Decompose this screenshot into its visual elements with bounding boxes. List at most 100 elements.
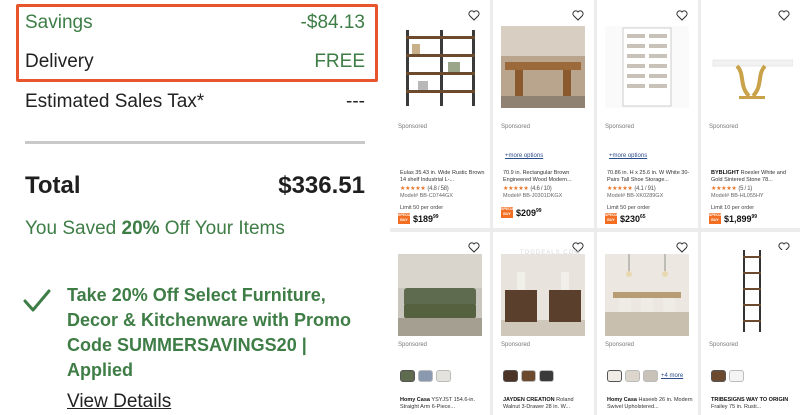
- product-title[interactable]: BYBLIGHT Roesler White and Gold Sintered…: [711, 170, 797, 184]
- more-options-link[interactable]: +more options: [505, 153, 543, 159]
- product-card[interactable]: Sponsored JAYDEN CREATION Roland Walnut …: [493, 232, 594, 415]
- price: SPECIAL BUY $18999: [398, 213, 439, 224]
- rating-count: (4.6 / 10): [530, 186, 552, 192]
- more-colors-link[interactable]: +4 more: [661, 370, 683, 382]
- brand-name: JAYDEN CREATION: [503, 397, 555, 403]
- product-card[interactable]: Sponsored +more options 70.9 in. Rectang…: [493, 0, 594, 228]
- special-buy-badge: SPECIAL BUY: [501, 207, 517, 218]
- saved-prefix: You Saved: [25, 218, 122, 239]
- heart-icon[interactable]: [778, 10, 790, 21]
- model-number: Model# BB-HL055HY: [711, 193, 764, 199]
- color-swatch[interactable]: [539, 370, 554, 382]
- price-cents: 99: [433, 213, 439, 220]
- sponsored-label: Sponsored: [501, 342, 531, 348]
- color-swatches: [400, 370, 451, 382]
- color-swatch[interactable]: [418, 370, 433, 382]
- total-row: Total $336.51: [25, 172, 365, 200]
- product-card[interactable]: Sponsored Eulas 35.43 in. Wide Rustic Br…: [390, 0, 490, 228]
- stars-icon: ★★★★★: [607, 186, 633, 192]
- sponsored-label: Sponsored: [605, 342, 635, 348]
- color-swatch[interactable]: [643, 370, 658, 382]
- product-image[interactable]: [605, 26, 689, 108]
- total-value: $336.51: [278, 172, 365, 199]
- color-swatch[interactable]: [503, 370, 518, 382]
- product-title[interactable]: Eulas 35.43 in. Wide Rustic Brown 14 she…: [400, 170, 486, 184]
- product-card[interactable]: Sponsored TRIBESIGNS WAY TO ORIGIN Frail…: [701, 232, 800, 415]
- price-cents: 99: [751, 213, 758, 220]
- product-title[interactable]: 70.86 in. H x 25.6 in. W White 30-Pairs …: [607, 170, 693, 184]
- brand-name: Homy Casa: [607, 397, 637, 403]
- you-saved-text: You Saved 20% Off Your Items: [25, 218, 285, 240]
- sponsored-label: Sponsored: [709, 342, 739, 348]
- special-buy-badge: SPECIAL BUY: [709, 213, 725, 224]
- watermark: TOGDEALS.COM: [520, 250, 581, 256]
- sponsored-label: Sponsored: [605, 124, 635, 130]
- color-swatch[interactable]: [711, 370, 726, 382]
- promo-applied-text: Take 20% Off Select Furniture, Decor & K…: [67, 285, 352, 380]
- special-buy-badge: SPECIAL BUY: [605, 213, 621, 224]
- stars-icon: ★★★★★: [400, 186, 426, 192]
- product-title[interactable]: 70.9 in. Rectangular Brown Engineered Wo…: [503, 170, 589, 184]
- heart-icon[interactable]: [572, 10, 584, 21]
- price-dollars: $189: [413, 213, 434, 224]
- order-summary-panel: Savings -$84.13 Delivery FREE Estimated …: [0, 0, 390, 415]
- heart-icon[interactable]: [468, 10, 480, 21]
- color-swatch[interactable]: [521, 370, 536, 382]
- brand-name: Homy Casa: [400, 397, 430, 403]
- rating-count: (5 / 1): [738, 186, 752, 192]
- product-grid: Sponsored Eulas 35.43 in. Wide Rustic Br…: [390, 0, 800, 415]
- sponsored-label: Sponsored: [501, 124, 531, 130]
- checkmark-icon: [23, 289, 51, 312]
- heart-icon[interactable]: [468, 242, 480, 253]
- stars-icon: ★★★★★: [503, 186, 529, 192]
- product-card[interactable]: Sponsored +4 more Homy Casa Haseeb 26 in…: [597, 232, 698, 415]
- model-number: Model# BB-J0301DKGX: [503, 193, 563, 199]
- product-card[interactable]: Sponsored +more options 70.86 in. H x 25…: [597, 0, 698, 228]
- delivery-row: Delivery FREE: [25, 51, 365, 73]
- limit-text: Limit 50 per order: [607, 205, 651, 211]
- color-swatches: +4 more: [607, 370, 683, 382]
- product-title[interactable]: Homy Casa Haseeb 26 in. Modern Swivel Up…: [607, 397, 693, 411]
- product-image[interactable]: [501, 254, 585, 336]
- price: SPECIAL BUY $20999: [501, 207, 542, 218]
- saved-percent: 20%: [121, 218, 160, 239]
- color-swatch[interactable]: [607, 370, 622, 382]
- tax-label: Estimated Sales Tax*: [25, 91, 205, 112]
- heart-icon[interactable]: [676, 242, 688, 253]
- model-number: Model# BB-C0744GX: [400, 193, 453, 199]
- limit-text: Limit 50 per order: [400, 205, 444, 211]
- price-value: $20999: [516, 208, 542, 218]
- color-swatch[interactable]: [625, 370, 640, 382]
- brand-name: TRIBESIGNS WAY TO ORIGIN: [711, 397, 789, 403]
- price-dollars: $209: [516, 207, 537, 218]
- heart-icon[interactable]: [676, 10, 688, 21]
- color-swatch[interactable]: [436, 370, 451, 382]
- view-details-link[interactable]: View Details: [67, 391, 171, 413]
- product-image[interactable]: [709, 250, 793, 332]
- product-card[interactable]: Sponsored Homy Casa YSYJST 154.6-in. Str…: [390, 232, 490, 415]
- product-title[interactable]: Homy Casa YSYJST 154.6-in. Straight Arm …: [400, 397, 486, 411]
- product-image[interactable]: [605, 254, 689, 336]
- star-rating: ★★★★★ (4.1 / 91): [607, 185, 656, 192]
- product-title[interactable]: JAYDEN CREATION Roland Walnut 3-Drawer 2…: [503, 397, 589, 411]
- price-value: $18999: [413, 214, 439, 224]
- product-title[interactable]: TRIBESIGNS WAY TO ORIGIN Frailey 75 in. …: [711, 397, 797, 411]
- color-swatches: [503, 370, 554, 382]
- product-image[interactable]: [398, 254, 482, 336]
- sponsored-label: Sponsored: [709, 124, 739, 130]
- delivery-label: Delivery: [25, 51, 94, 72]
- price-value: $23065: [620, 214, 646, 224]
- product-image[interactable]: [709, 26, 793, 108]
- color-swatch[interactable]: [400, 370, 415, 382]
- color-swatch[interactable]: [729, 370, 744, 382]
- color-swatches: [711, 370, 744, 382]
- product-image[interactable]: [398, 26, 482, 108]
- price: SPECIAL BUY $23065: [605, 213, 646, 224]
- total-label: Total: [25, 172, 81, 199]
- product-image[interactable]: [501, 26, 585, 108]
- price-dollars: $1,899: [724, 213, 752, 224]
- product-card[interactable]: Sponsored BYBLIGHT Roesler White and Gol…: [701, 0, 800, 228]
- more-options-link[interactable]: +more options: [609, 153, 647, 159]
- star-rating: ★★★★★ (4.8 / 58): [400, 185, 449, 192]
- delivery-value: FREE: [314, 51, 365, 72]
